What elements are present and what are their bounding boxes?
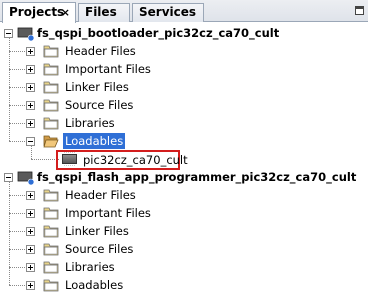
- expand-toggle[interactable]: [26, 209, 35, 218]
- project-tree: fs_qspi_bootloader_pic32cz_ca70_cult Head…: [0, 23, 368, 302]
- project-name[interactable]: fs_qspi_flash_app_programmer_pic32cz_ca7…: [37, 168, 356, 186]
- loadable-item-label[interactable]: pic32cz_ca70_cult: [83, 150, 188, 170]
- tab-services-label: Services: [139, 5, 197, 19]
- expand-toggle[interactable]: [26, 65, 35, 74]
- folder-label[interactable]: Header Files: [65, 42, 136, 60]
- folder-icon: [43, 242, 59, 256]
- tree-connector: [9, 213, 27, 214]
- expand-toggle[interactable]: [26, 263, 35, 272]
- close-icon[interactable]: ×: [61, 3, 70, 22]
- tree-connector: [9, 87, 27, 88]
- folder-icon: [43, 278, 59, 292]
- tree-connector: [9, 69, 27, 70]
- tree-connector: [31, 159, 59, 160]
- expand-toggle[interactable]: [26, 281, 35, 290]
- folder-label[interactable]: Important Files: [65, 60, 151, 78]
- project-chip-icon: [17, 169, 35, 186]
- tree-connector: [9, 249, 27, 250]
- expand-toggle[interactable]: [26, 119, 35, 128]
- folder-label[interactable]: Important Files: [65, 204, 151, 222]
- expand-toggle[interactable]: [26, 191, 35, 200]
- collapse-toggle[interactable]: [26, 137, 35, 146]
- folder-icon: [43, 224, 59, 238]
- folder-label[interactable]: Header Files: [65, 186, 136, 204]
- folder-label[interactable]: Linker Files: [65, 222, 129, 240]
- folder-icon: [43, 80, 59, 94]
- folder-icon: [43, 260, 59, 274]
- expand-toggle[interactable]: [26, 83, 35, 92]
- tree-connector: [9, 105, 27, 106]
- tree-connector: [9, 267, 27, 268]
- folder-open-icon: [43, 134, 59, 148]
- expand-toggle[interactable]: [26, 227, 35, 236]
- folder-icon: [43, 62, 59, 76]
- tab-bar: Projects × Files Services: [0, 0, 368, 23]
- tree-connector: [31, 146, 32, 159]
- project-name[interactable]: fs_qspi_bootloader_pic32cz_ca70_cult: [37, 24, 279, 42]
- folder-icon: [43, 206, 59, 220]
- tree-connector: [9, 195, 27, 196]
- folder-label[interactable]: Source Files: [65, 240, 133, 258]
- chip-icon: [62, 152, 77, 166]
- folder-label[interactable]: Libraries: [65, 258, 115, 276]
- folder-icon: [43, 44, 59, 58]
- folder-label[interactable]: Linker Files: [65, 78, 129, 96]
- folder-label[interactable]: Loadables: [65, 276, 123, 294]
- maximize-icon[interactable]: [355, 6, 364, 15]
- folder-icon: [43, 188, 59, 202]
- folder-label[interactable]: Loadables: [63, 133, 126, 149]
- tree-connector: [9, 51, 27, 52]
- tree-connector: [9, 285, 27, 286]
- expand-toggle[interactable]: [26, 101, 35, 110]
- folder-label[interactable]: Libraries: [65, 114, 115, 132]
- project-chip-icon: [17, 25, 35, 42]
- tab-projects-label: Projects: [9, 5, 65, 19]
- tree-connector: [9, 141, 27, 142]
- expand-toggle[interactable]: [26, 245, 35, 254]
- tab-services[interactable]: Services: [132, 3, 204, 22]
- tab-projects[interactable]: Projects ×: [2, 2, 76, 23]
- tree-connector: [9, 231, 27, 232]
- folder-icon: [43, 98, 59, 112]
- folder-icon: [43, 116, 59, 130]
- tree-connector: [9, 181, 10, 285]
- tree-connector: [9, 123, 27, 124]
- tab-files-label: Files: [85, 5, 117, 19]
- tab-files[interactable]: Files: [78, 3, 130, 22]
- expand-toggle[interactable]: [26, 47, 35, 56]
- folder-label[interactable]: Source Files: [65, 96, 133, 114]
- tree-connector: [9, 37, 10, 141]
